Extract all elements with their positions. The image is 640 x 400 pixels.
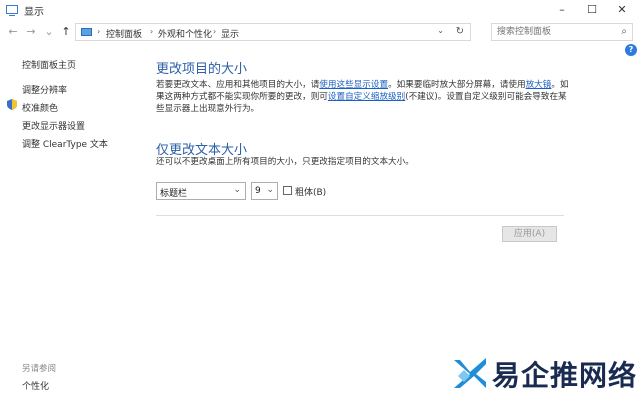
display-icon — [6, 5, 18, 16]
window-title: 显示 — [24, 7, 44, 18]
magnifier-link[interactable]: 放大镜 — [526, 80, 552, 90]
breadcrumb-appearance[interactable]: 外观和个性化 — [158, 27, 212, 40]
recent-locations-icon[interactable]: ⌄ — [42, 25, 56, 39]
address-bar[interactable]: › 控制面板 › 外观和个性化 › 显示 ⌄ ↻ — [75, 23, 471, 41]
text-size-description: 还可以不更改桌面上所有项目的大小，只更改指定项目的文本大小。 — [156, 157, 414, 167]
up-icon[interactable]: ↑ — [59, 25, 73, 39]
forward-icon[interactable]: → — [24, 25, 38, 39]
chevron-down-icon: ⌄ — [233, 185, 241, 195]
watermark-text: 易企推网络 — [492, 359, 638, 392]
breadcrumb-separator: › — [150, 27, 154, 36]
text-run: 若要更改文本、应用和其他项目的大小，请 — [156, 80, 320, 90]
bold-checkbox[interactable] — [283, 186, 292, 195]
refresh-icon[interactable]: ↻ — [456, 26, 464, 37]
sidebar-item-personalization[interactable]: 个性化 — [22, 379, 49, 392]
breadcrumb-control-panel[interactable]: 控制面板 — [106, 27, 142, 40]
bold-label[interactable]: 粗体(B) — [295, 185, 326, 198]
description-paragraph: 若要更改文本、应用和其他项目的大小，请使用这些显示设置。如果要临时放大部分屏幕，… — [156, 79, 576, 115]
sidebar-item-display-settings[interactable]: 更改显示器设置 — [22, 119, 85, 132]
chevron-down-icon: ⌄ — [266, 185, 274, 195]
text-run: 果这两种方式都不能实现你所要的更改，则可 — [156, 92, 328, 102]
maximize-button[interactable]: ☐ — [578, 0, 606, 20]
title-bar: 显示 – ☐ ✕ — [0, 0, 640, 20]
see-also-title: 另请参阅 — [22, 364, 57, 374]
divider — [156, 215, 564, 216]
sidebar-item-calibrate-color[interactable]: 校准颜色 — [22, 101, 58, 114]
breadcrumb-display[interactable]: 显示 — [221, 27, 239, 40]
text-run: 。如果要临时放大部分屏幕，请使用 — [388, 80, 526, 90]
text-run: 。如 — [551, 80, 569, 90]
sidebar-item-home[interactable]: 控制面板主页 — [22, 58, 76, 71]
back-icon[interactable]: ← — [6, 25, 20, 39]
search-input[interactable] — [497, 26, 609, 38]
text-run: (不建议)。设置自定义级别可能会导致在某 — [405, 92, 567, 102]
minimize-button[interactable]: – — [548, 0, 576, 20]
close-button[interactable]: ✕ — [608, 0, 636, 20]
sidebar-item-cleartype[interactable]: 调整 ClearType 文本 — [22, 137, 108, 150]
display-settings-link[interactable]: 使用这些显示设置 — [319, 80, 388, 90]
item-select-value: 标题栏 — [160, 189, 188, 199]
control-panel-icon — [81, 28, 92, 36]
address-row: ← → ⌄ ↑ › 控制面板 › 外观和个性化 › 显示 ⌄ ↻ ⌕ — [0, 22, 640, 44]
search-icon[interactable]: ⌕ — [621, 26, 627, 37]
breadcrumb-separator: › — [97, 27, 101, 36]
watermark-logo: 易企推网络 — [448, 352, 638, 398]
main-content: 更改项目的大小 若要更改文本、应用和其他项目的大小，请使用这些显示设置。如果要临… — [156, 44, 576, 400]
size-select-value: 9 — [255, 186, 261, 196]
apply-button[interactable]: 应用(A) — [502, 226, 557, 242]
breadcrumb-separator: › — [213, 27, 217, 36]
sidebar-item-resolution[interactable]: 调整分辨率 — [22, 83, 67, 96]
item-select[interactable]: 标题栏 ⌄ — [156, 182, 246, 200]
heading-change-item-size: 更改项目的大小 — [156, 62, 248, 77]
sidebar: 控制面板主页 调整分辨率 校准颜色 更改显示器设置 调整 ClearType 文… — [0, 44, 140, 400]
size-select[interactable]: 9 ⌄ — [251, 182, 278, 200]
shield-icon — [7, 99, 17, 110]
custom-scaling-link[interactable]: 设置自定义缩放级别 — [328, 92, 405, 102]
text-run: 些显示器上出现意外行为。 — [156, 104, 260, 114]
search-box[interactable]: ⌕ — [491, 23, 633, 41]
address-dropdown-icon[interactable]: ⌄ — [437, 26, 444, 35]
logo-mark-icon — [454, 358, 486, 388]
help-icon[interactable]: ? — [625, 44, 637, 56]
